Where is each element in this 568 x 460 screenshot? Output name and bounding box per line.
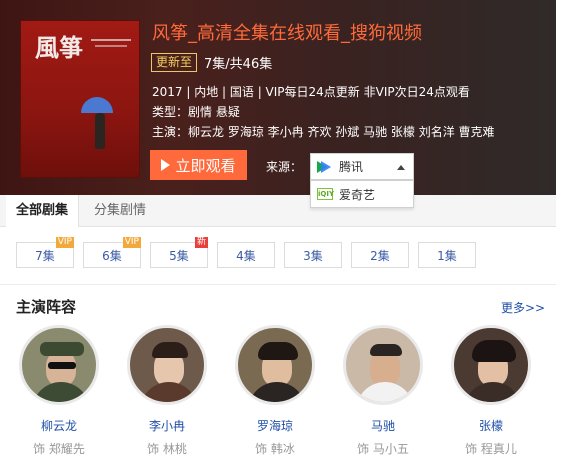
section-divider	[0, 284, 556, 285]
avatar[interactable]	[19, 325, 99, 405]
episode-label: 7集	[35, 248, 55, 263]
episode-tabs: 全部剧集 分集剧情	[0, 195, 556, 227]
cast-section-title: 主演阵容	[16, 298, 77, 316]
umbrella-graphic	[81, 97, 113, 113]
avatar[interactable]	[127, 325, 207, 405]
poster-decoration	[91, 39, 131, 41]
episode-button[interactable]: 7集 VIP	[16, 237, 74, 268]
meta-info: 2017 | 内地 | 国语 | VIP每日24点更新 非VIP次日24点观看	[152, 85, 470, 99]
iqiyi-icon: iQIY	[317, 188, 335, 200]
cast-role: 饰 郑耀先	[33, 442, 85, 456]
new-badge: 新	[194, 237, 208, 248]
header-panel: 風箏 风筝_高清全集在线观看_搜狗视频 更新至 7集/共46集 2017 | 内…	[0, 0, 556, 195]
cast-name[interactable]: 罗海琼	[232, 417, 318, 434]
source-option-label: 爱奇艺	[339, 187, 376, 202]
watch-now-label: 立即观看	[175, 156, 236, 175]
cast-name[interactable]: 马驰	[340, 417, 426, 434]
avatar[interactable]	[235, 325, 315, 405]
update-badge: 更新至	[151, 53, 198, 72]
cast-role: 饰 林桃	[147, 442, 187, 456]
poster-image[interactable]: 風箏	[20, 20, 140, 178]
episode-label: 3集	[303, 248, 323, 263]
poster-calligraphy: 風箏	[35, 33, 83, 62]
update-row: 更新至 7集/共46集	[151, 53, 272, 72]
episode-button[interactable]: 2集	[351, 242, 409, 268]
cast-member[interactable]: 张檬 饰 程真儿	[448, 325, 534, 456]
source-select[interactable]: 腾讯	[310, 153, 414, 180]
cast-member[interactable]: 李小冉 饰 林桃	[124, 325, 210, 456]
watch-now-button[interactable]: 立即观看	[150, 150, 247, 180]
genre-info: 类型：剧情 悬疑	[152, 105, 240, 119]
source-label: 来源：	[266, 160, 303, 174]
cast-member[interactable]: 马驰 饰 马小五	[340, 325, 426, 456]
cast-member[interactable]: 罗海琼 饰 韩冰	[232, 325, 318, 456]
cast-member[interactable]: 柳云龙 饰 郑耀先	[16, 325, 102, 456]
avatar[interactable]	[343, 325, 423, 405]
vip-badge: VIP	[122, 237, 141, 248]
episode-count: 7集/共46集	[204, 57, 273, 72]
episode-label: 4集	[236, 248, 256, 263]
episode-button[interactable]: 5集 新	[150, 237, 208, 268]
episode-label: 5集	[169, 248, 189, 263]
video-detail-page: 風箏 风筝_高清全集在线观看_搜狗视频 更新至 7集/共46集 2017 | 内…	[0, 0, 568, 460]
episode-button[interactable]: 4集	[217, 242, 275, 268]
episode-label: 2集	[370, 248, 390, 263]
figure-graphic	[95, 113, 105, 149]
source-selected-value: 腾讯	[339, 160, 364, 174]
cast-role: 饰 韩冰	[255, 442, 295, 456]
episode-button[interactable]: 6集 VIP	[83, 237, 141, 268]
source-option-iqiyi[interactable]: iQIY 爱奇艺	[310, 180, 414, 208]
cast-name[interactable]: 李小冉	[124, 417, 210, 434]
episode-label: 1集	[437, 248, 457, 263]
page-title[interactable]: 风筝_高清全集在线观看_搜狗视频	[152, 19, 422, 45]
caret-up-icon	[397, 165, 405, 170]
poster-decoration	[95, 45, 127, 47]
cast-role: 饰 程真儿	[465, 442, 517, 456]
episode-button[interactable]: 3集	[284, 242, 342, 268]
episode-label: 6集	[102, 248, 122, 263]
cast-role: 饰 马小五	[357, 442, 409, 456]
avatar[interactable]	[451, 325, 531, 405]
cast-name[interactable]: 张檬	[448, 417, 534, 434]
tencent-video-icon	[317, 159, 333, 175]
tab-all-episodes[interactable]: 全部剧集	[6, 195, 80, 227]
episode-button[interactable]: 1集	[418, 242, 476, 268]
more-cast-link[interactable]: 更多>>	[501, 299, 545, 316]
play-icon	[161, 159, 171, 171]
cast-info: 主演：柳云龙 罗海琼 李小冉 齐欢 孙斌 马驰 张檬 刘名洋 曹克难	[152, 125, 495, 139]
tab-episode-synopsis[interactable]: 分集剧情	[84, 195, 156, 227]
vip-badge: VIP	[55, 237, 74, 248]
cast-name[interactable]: 柳云龙	[16, 417, 102, 434]
